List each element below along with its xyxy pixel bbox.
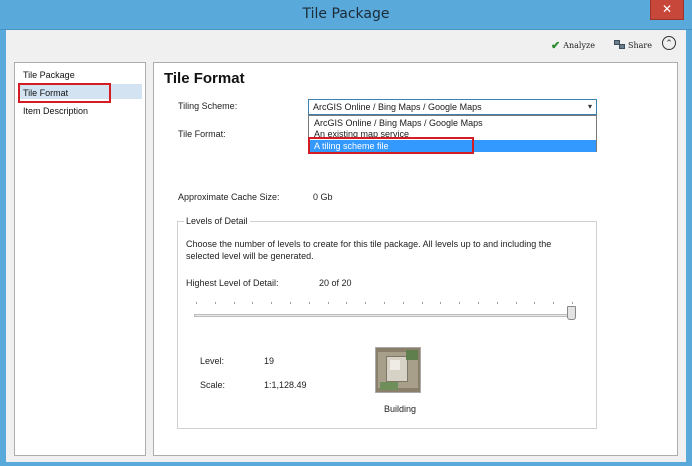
analyze-label: Analyze bbox=[563, 40, 595, 50]
highest-lod-label: Highest Level of Detail: bbox=[186, 278, 279, 288]
slider-tick bbox=[515, 302, 517, 304]
sidebar-item-tile-package[interactable]: Tile Package bbox=[23, 70, 75, 80]
main-panel: Tile Format Tiling Scheme: ArcGIS Online… bbox=[153, 62, 678, 456]
analyze-button[interactable]: ✔ Analyze bbox=[551, 38, 595, 52]
close-button[interactable]: ✕ bbox=[650, 0, 684, 20]
annotation-highlight-box bbox=[308, 137, 474, 154]
close-icon: ✕ bbox=[661, 2, 673, 16]
slider-tick bbox=[365, 302, 367, 304]
chevron-down-icon[interactable]: ▾ bbox=[588, 102, 592, 111]
map-preview-thumbnail bbox=[375, 347, 421, 393]
highest-lod-value: 20 of 20 bbox=[319, 278, 352, 288]
scale-label: Scale: bbox=[200, 380, 226, 390]
share-label: Share bbox=[628, 40, 652, 50]
slider-tick bbox=[327, 302, 329, 304]
checkmark-icon: ✔ bbox=[551, 38, 561, 52]
slider-tick bbox=[440, 302, 442, 304]
slider-tick bbox=[534, 302, 536, 304]
collapse-button[interactable]: ⌃ bbox=[662, 36, 676, 50]
lod-slider-track[interactable] bbox=[194, 314, 574, 317]
slider-tick bbox=[233, 302, 235, 304]
tiling-scheme-value: ArcGIS Online / Bing Maps / Google Maps bbox=[313, 102, 482, 112]
slider-tick bbox=[496, 302, 498, 304]
share-button[interactable]: Share bbox=[614, 38, 652, 52]
slider-tick bbox=[572, 302, 573, 304]
slider-tick bbox=[421, 302, 423, 304]
tiling-scheme-label: Tiling Scheme: bbox=[178, 101, 238, 111]
slider-tick bbox=[553, 302, 555, 304]
tile-format-label: Tile Format: bbox=[178, 129, 226, 139]
lod-description: Choose the number of levels to create fo… bbox=[186, 239, 552, 261]
sidebar-item-item-description[interactable]: Item Description bbox=[23, 106, 88, 116]
sidebar: Tile Package Tile Format Item Descriptio… bbox=[14, 62, 146, 456]
slider-tick bbox=[402, 302, 404, 304]
window-frame-left bbox=[0, 30, 6, 466]
title-bar: Tile Package ✕ bbox=[0, 0, 692, 30]
slider-tick bbox=[271, 302, 273, 304]
scale-value: 1:1,128.49 bbox=[264, 380, 307, 390]
cache-size-label: Approximate Cache Size: bbox=[178, 192, 280, 202]
cache-size-value: 0 Gb bbox=[313, 192, 333, 202]
chevron-up-icon: ⌃ bbox=[665, 38, 673, 48]
slider-tick bbox=[478, 302, 479, 304]
slider-tick bbox=[214, 302, 216, 304]
page-title: Tile Format bbox=[164, 70, 245, 87]
preview-caption: Building bbox=[384, 404, 417, 414]
levels-of-detail-group: Levels of Detail Choose the number of le… bbox=[177, 216, 597, 429]
level-value: 19 bbox=[264, 356, 275, 366]
slider-tick bbox=[384, 302, 385, 304]
window-frame-bottom bbox=[0, 462, 692, 466]
slider-tick bbox=[196, 302, 197, 304]
share-icon bbox=[614, 40, 625, 50]
slider-tick bbox=[346, 302, 348, 304]
group-title: Levels of Detail bbox=[184, 216, 250, 226]
window-frame-right bbox=[686, 30, 692, 466]
slider-tick bbox=[308, 302, 310, 304]
tiling-scheme-select[interactable]: ArcGIS Online / Bing Maps / Google Maps … bbox=[308, 99, 597, 115]
annotation-highlight-box bbox=[18, 83, 111, 103]
level-label: Level: bbox=[200, 356, 225, 366]
slider-tick bbox=[290, 302, 291, 304]
slider-tick bbox=[459, 302, 461, 304]
slider-tick bbox=[252, 302, 254, 304]
lod-slider-thumb[interactable] bbox=[567, 306, 576, 320]
window-title: Tile Package bbox=[302, 6, 390, 22]
